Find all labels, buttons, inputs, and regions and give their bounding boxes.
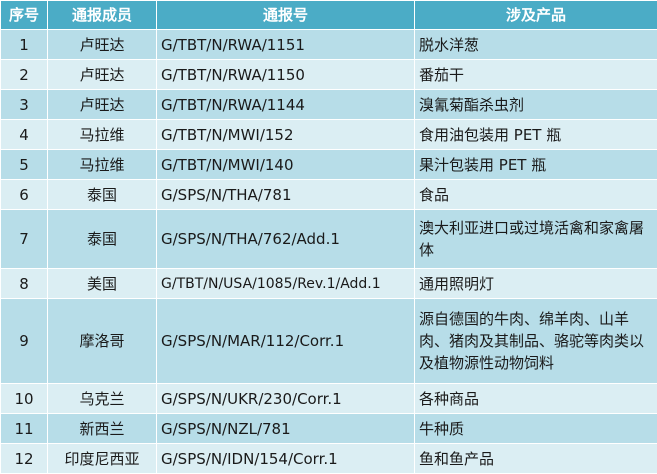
row-no: 11 bbox=[1, 414, 48, 444]
row-member: 美国 bbox=[48, 269, 157, 299]
row-no: 12 bbox=[1, 444, 48, 474]
table-row: 8 美国 G/TBT/N/USA/1085/Rev.1/Add.1 通用照明灯 bbox=[1, 269, 657, 299]
row-product: 各种商品 bbox=[415, 384, 657, 414]
row-no: 4 bbox=[1, 120, 48, 150]
header-product: 涉及产品 bbox=[415, 1, 657, 30]
row-no: 6 bbox=[1, 180, 48, 210]
table-row: 5 马拉维 G/TBT/N/MWI/140 果汁包装用 PET 瓶 bbox=[1, 150, 657, 180]
row-member: 新西兰 bbox=[48, 414, 157, 444]
row-member: 卢旺达 bbox=[48, 60, 157, 90]
row-code: G/SPS/N/THA/781 bbox=[157, 180, 415, 210]
notification-table: 序号 通报成员 通报号 涉及产品 1 卢旺达 G/TBT/N/RWA/1151 … bbox=[0, 0, 657, 474]
row-member: 马拉维 bbox=[48, 120, 157, 150]
table-row: 9 摩洛哥 G/SPS/N/MAR/112/Corr.1 源自德国的牛肉、绵羊肉… bbox=[1, 299, 657, 384]
table-row: 1 卢旺达 G/TBT/N/RWA/1151 脱水洋葱 bbox=[1, 30, 657, 60]
row-code: G/SPS/N/THA/762/Add.1 bbox=[157, 210, 415, 269]
row-no: 2 bbox=[1, 60, 48, 90]
row-code: G/TBT/N/MWI/140 bbox=[157, 150, 415, 180]
table-row: 2 卢旺达 G/TBT/N/RWA/1150 番茄干 bbox=[1, 60, 657, 90]
row-member: 泰国 bbox=[48, 180, 157, 210]
row-member: 乌克兰 bbox=[48, 384, 157, 414]
row-code: G/TBT/N/RWA/1144 bbox=[157, 90, 415, 120]
row-product: 源自德国的牛肉、绵羊肉、山羊肉、猪肉及其制品、骆驼等肉类以及植物源性动物饲料 bbox=[415, 299, 657, 384]
row-member: 摩洛哥 bbox=[48, 299, 157, 384]
row-no: 10 bbox=[1, 384, 48, 414]
table-row: 11 新西兰 G/SPS/N/NZL/781 牛种质 bbox=[1, 414, 657, 444]
row-no: 9 bbox=[1, 299, 48, 384]
row-product: 澳大利亚进口或过境活禽和家禽屠体 bbox=[415, 210, 657, 269]
row-product: 溴氰菊酯杀虫剂 bbox=[415, 90, 657, 120]
row-code: G/TBT/N/RWA/1150 bbox=[157, 60, 415, 90]
row-member: 卢旺达 bbox=[48, 90, 157, 120]
row-product: 食用油包装用 PET 瓶 bbox=[415, 120, 657, 150]
header-row: 序号 通报成员 通报号 涉及产品 bbox=[1, 1, 657, 30]
row-no: 3 bbox=[1, 90, 48, 120]
header-code: 通报号 bbox=[157, 1, 415, 30]
row-code: G/SPS/N/MAR/112/Corr.1 bbox=[157, 299, 415, 384]
row-product: 通用照明灯 bbox=[415, 269, 657, 299]
row-product: 鱼和鱼产品 bbox=[415, 444, 657, 474]
header-no: 序号 bbox=[1, 1, 48, 30]
row-member: 印度尼西亚 bbox=[48, 444, 157, 474]
row-product: 果汁包装用 PET 瓶 bbox=[415, 150, 657, 180]
table-row: 10 乌克兰 G/SPS/N/UKR/230/Corr.1 各种商品 bbox=[1, 384, 657, 414]
row-no: 7 bbox=[1, 210, 48, 269]
table-row: 12 印度尼西亚 G/SPS/N/IDN/154/Corr.1 鱼和鱼产品 bbox=[1, 444, 657, 474]
row-code: G/TBT/N/USA/1085/Rev.1/Add.1 bbox=[157, 269, 415, 299]
table-row: 7 泰国 G/SPS/N/THA/762/Add.1 澳大利亚进口或过境活禽和家… bbox=[1, 210, 657, 269]
table-row: 3 卢旺达 G/TBT/N/RWA/1144 溴氰菊酯杀虫剂 bbox=[1, 90, 657, 120]
row-product: 食品 bbox=[415, 180, 657, 210]
row-product: 番茄干 bbox=[415, 60, 657, 90]
row-code: G/TBT/N/RWA/1151 bbox=[157, 30, 415, 60]
row-member: 卢旺达 bbox=[48, 30, 157, 60]
row-code: G/SPS/N/IDN/154/Corr.1 bbox=[157, 444, 415, 474]
row-product: 脱水洋葱 bbox=[415, 30, 657, 60]
row-code: G/TBT/N/MWI/152 bbox=[157, 120, 415, 150]
row-no: 5 bbox=[1, 150, 48, 180]
header-member: 通报成员 bbox=[48, 1, 157, 30]
table-row: 6 泰国 G/SPS/N/THA/781 食品 bbox=[1, 180, 657, 210]
table-row: 4 马拉维 G/TBT/N/MWI/152 食用油包装用 PET 瓶 bbox=[1, 120, 657, 150]
row-code: G/SPS/N/NZL/781 bbox=[157, 414, 415, 444]
row-no: 8 bbox=[1, 269, 48, 299]
row-member: 马拉维 bbox=[48, 150, 157, 180]
row-no: 1 bbox=[1, 30, 48, 60]
row-product: 牛种质 bbox=[415, 414, 657, 444]
row-code: G/SPS/N/UKR/230/Corr.1 bbox=[157, 384, 415, 414]
row-member: 泰国 bbox=[48, 210, 157, 269]
